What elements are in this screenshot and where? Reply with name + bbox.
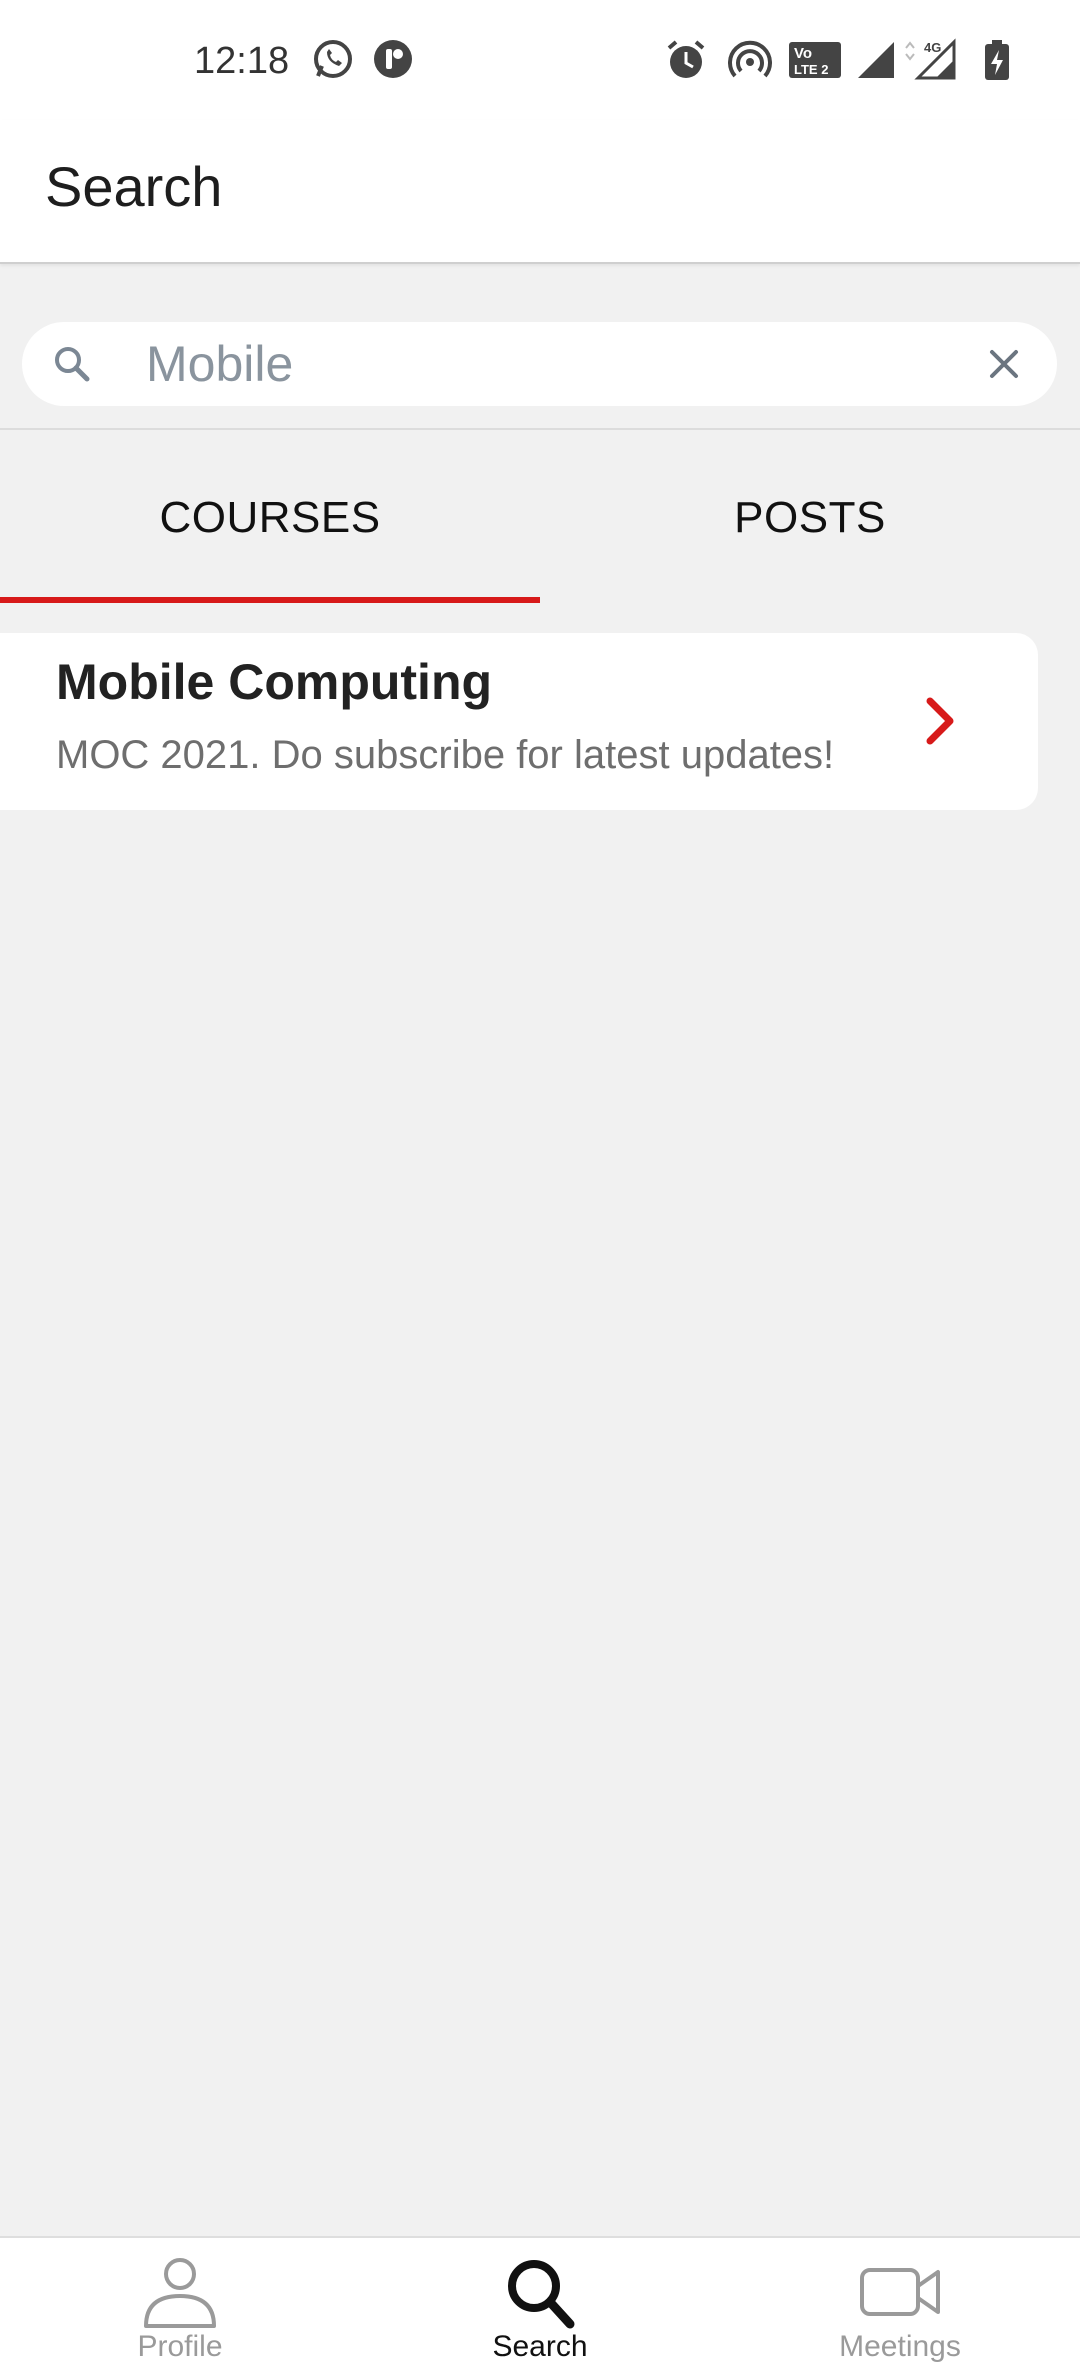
nav-item-meetings[interactable]: Meetings xyxy=(720,2238,1080,2376)
tab-courses[interactable]: COURSES xyxy=(0,430,540,606)
tab-posts[interactable]: POSTS xyxy=(540,430,1080,606)
tab-label: POSTS xyxy=(734,493,886,542)
bottom-navigation: Profile Search Meetings xyxy=(0,2236,1080,2376)
battery-charging-icon xyxy=(985,40,1009,80)
tab-bar: COURSES POSTS xyxy=(0,430,1080,606)
page-title: Search xyxy=(45,155,223,218)
volte-icon: Vo LTE 2 xyxy=(789,42,841,78)
nav-item-search[interactable]: Search xyxy=(360,2238,720,2376)
search-bar[interactable] xyxy=(22,322,1057,406)
person-icon xyxy=(144,2258,216,2328)
course-result-card[interactable]: Mobile Computing MOC 2021. Do subscribe … xyxy=(0,633,1038,810)
hotspot-icon xyxy=(728,40,772,78)
video-camera-icon xyxy=(860,2268,940,2316)
search-icon xyxy=(55,347,90,382)
app-bar: Search xyxy=(0,120,1080,264)
tab-label: COURSES xyxy=(159,493,381,542)
status-time: 12:18 xyxy=(194,40,290,82)
close-icon[interactable] xyxy=(982,342,1026,386)
chevron-right-icon[interactable] xyxy=(920,695,960,747)
app-notification-icon xyxy=(374,40,412,78)
nav-item-profile[interactable]: Profile xyxy=(0,2238,360,2376)
search-input[interactable] xyxy=(146,330,966,398)
alarm-icon xyxy=(667,40,705,78)
4g-signal-icon: 4G xyxy=(905,38,956,80)
course-description: MOC 2021. Do subscribe for latest update… xyxy=(56,733,835,777)
svg-text:LTE 2: LTE 2 xyxy=(794,62,828,77)
course-title: Mobile Computing xyxy=(56,654,493,710)
active-tab-indicator xyxy=(0,597,540,603)
whatsapp-icon xyxy=(314,40,352,78)
nav-label: Search xyxy=(492,2330,588,2363)
nav-label: Profile xyxy=(137,2330,223,2363)
svg-text:Vo: Vo xyxy=(794,45,812,62)
status-bar: 12:18 Vo LTE 2 4G xyxy=(0,0,1080,120)
nav-label: Meetings xyxy=(839,2330,961,2363)
search-icon xyxy=(508,2260,575,2329)
signal-icon xyxy=(858,42,894,78)
svg-text:4G: 4G xyxy=(924,40,941,55)
